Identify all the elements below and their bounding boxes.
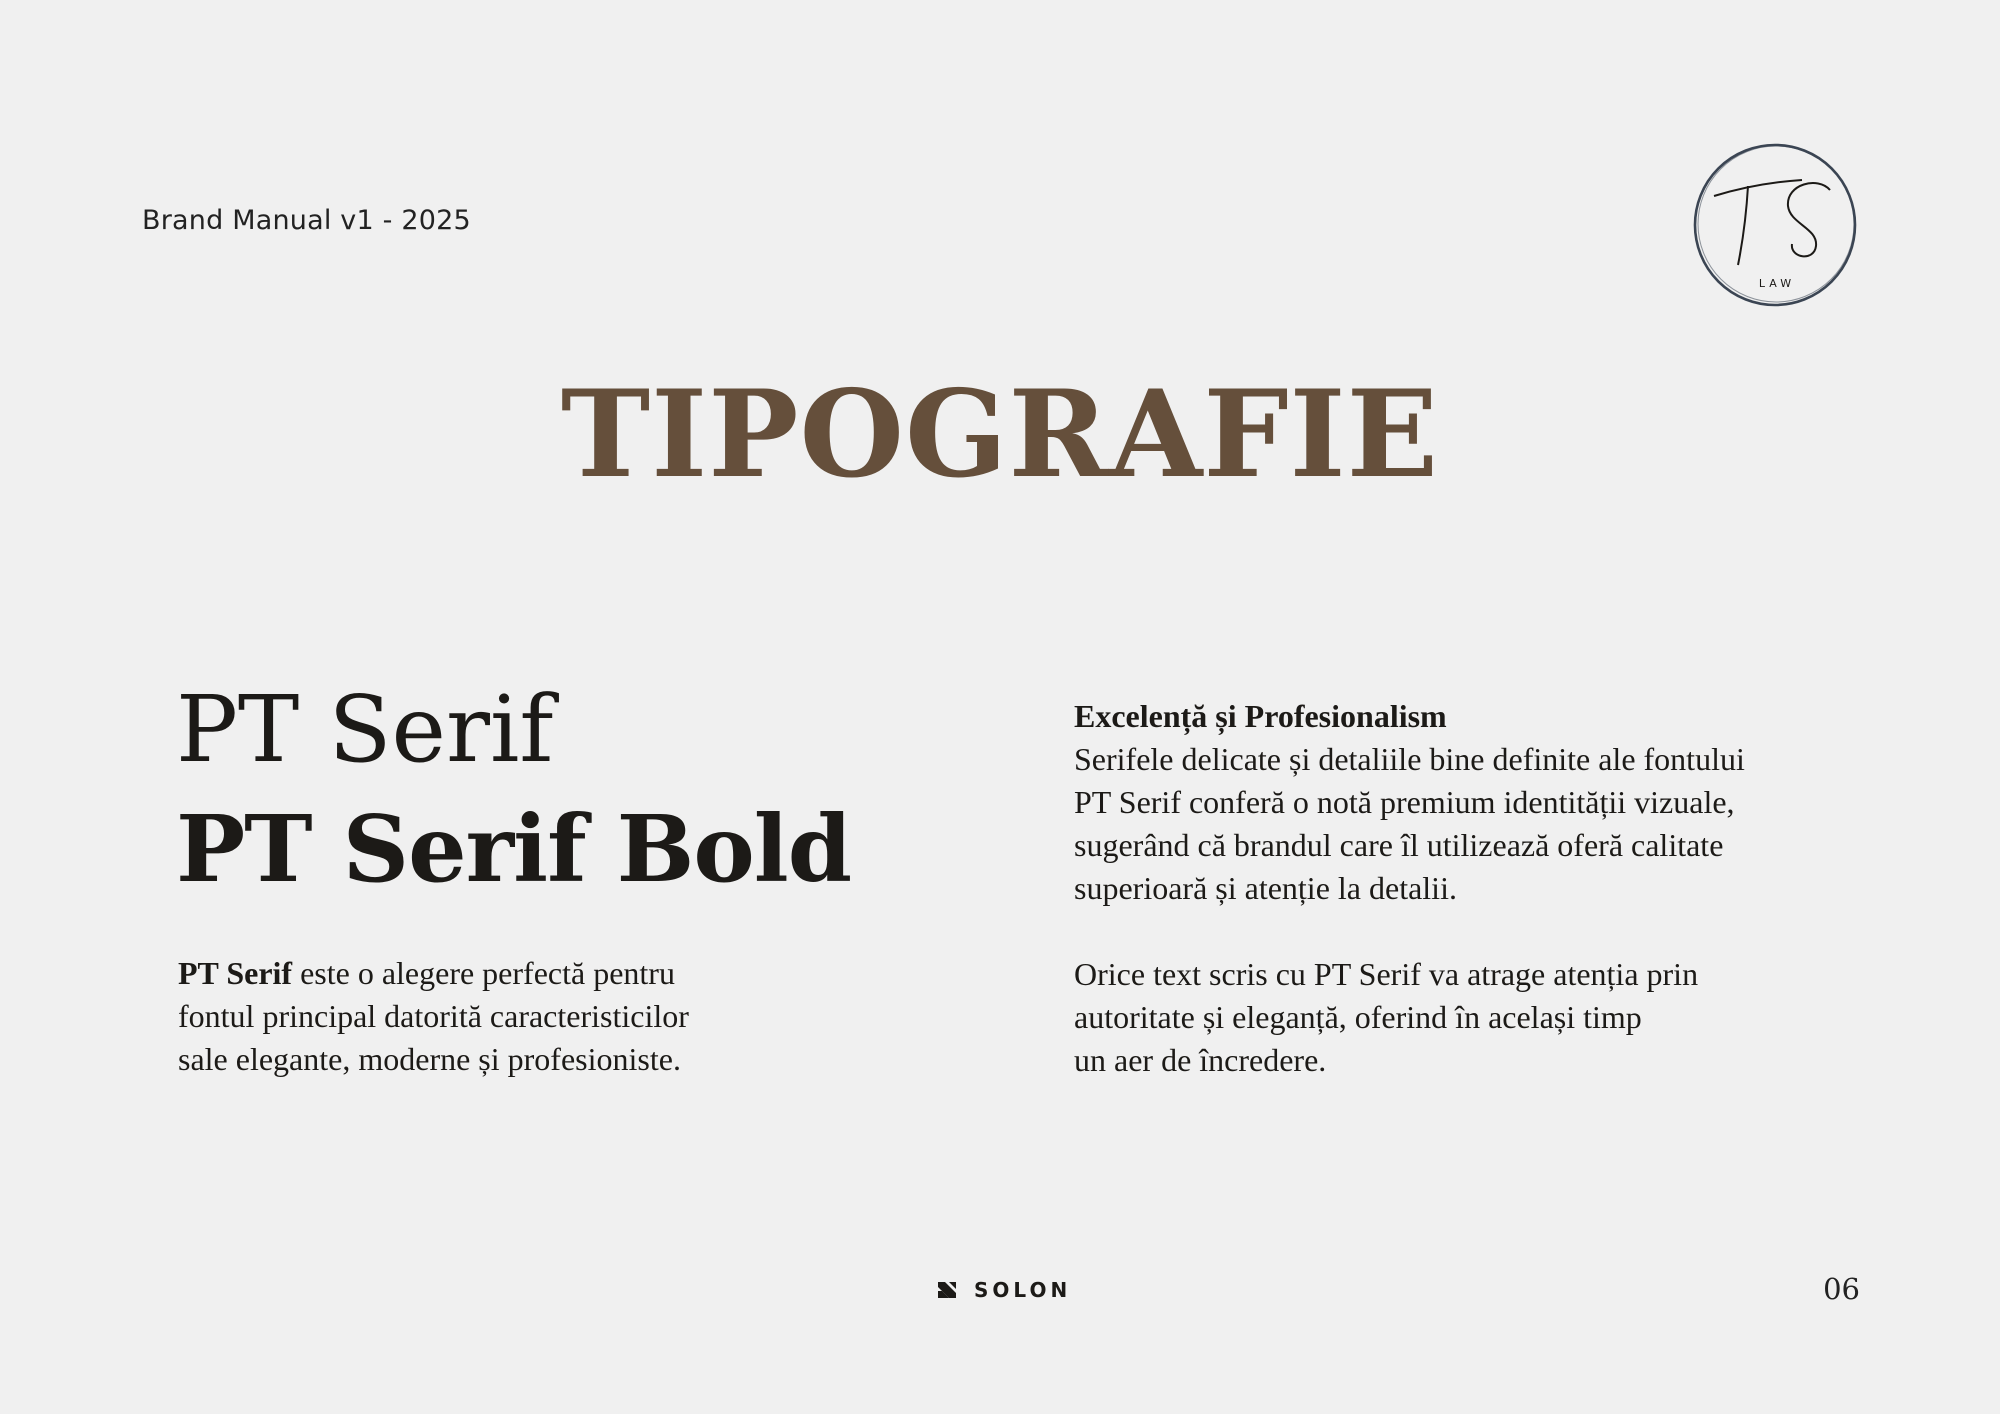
left-description: PT Serif este o alegere perfectă pentru … — [178, 952, 778, 1081]
ts-law-logo: LAW — [1690, 140, 1860, 310]
left-description-bold-lead: PT Serif — [178, 955, 293, 991]
page-number: 06 — [1823, 1272, 1860, 1306]
right-column: Excelență și Profesionalism Serifele del… — [1074, 695, 1834, 1082]
right-paragraph2-line: Orice text scris cu PT Serif va atrage a… — [1074, 956, 1699, 992]
footer-brand: SOLON — [936, 1278, 1071, 1302]
logo-subtitle: LAW — [1759, 277, 1795, 290]
left-description-line2: fontul principal datorită caracteristici… — [178, 998, 689, 1034]
font-sample-bold: PT Serif Bold — [176, 795, 852, 903]
ts-law-monogram-icon: LAW — [1693, 143, 1857, 307]
header-label: Brand Manual v1 - 2025 — [142, 205, 471, 236]
right-heading: Excelență și Profesionalism — [1074, 698, 1447, 734]
page-title: TIPOGRAFIE — [560, 364, 1440, 505]
right-paragraph1-line: sugerând că brandul care îl utilizează o… — [1074, 827, 1724, 863]
left-description-line1: este o alegere perfectă pentru — [292, 955, 675, 991]
right-paragraph2-line: un aer de încredere. — [1074, 1042, 1327, 1078]
right-paragraph1-line: PT Serif conferă o notă premium identită… — [1074, 784, 1735, 820]
left-description-line: PT Serif este o alegere perfectă pentru — [178, 952, 778, 995]
font-sample-regular: PT Serif — [176, 676, 554, 783]
right-paragraph2-line: autoritate și eleganță, oferind în acela… — [1074, 999, 1642, 1035]
solon-logo-icon — [938, 1282, 956, 1298]
right-paragraph1-line: Serifele delicate și detaliile bine defi… — [1074, 741, 1745, 777]
footer-brand-label: SOLON — [974, 1278, 1072, 1302]
right-paragraph1-line: superioară și atenție la detalii. — [1074, 870, 1457, 906]
left-description-line3: sale elegante, moderne și profesioniste. — [178, 1041, 681, 1077]
